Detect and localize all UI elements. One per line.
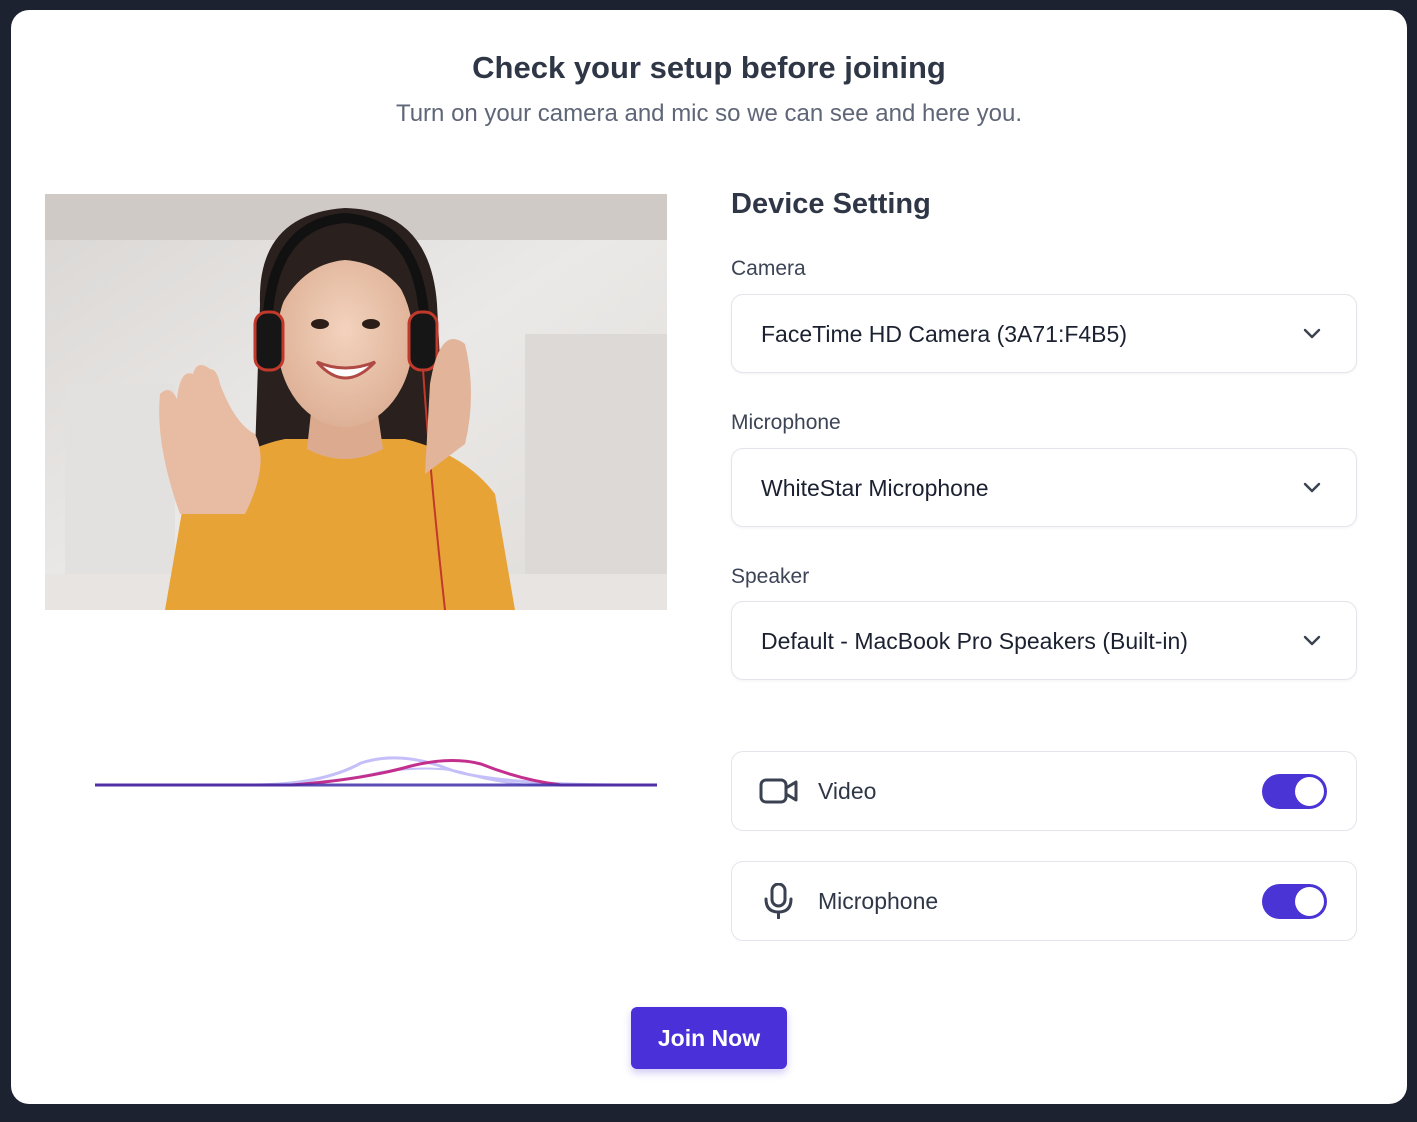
page-title: Check your setup before joining bbox=[472, 50, 946, 85]
device-settings-title: Device Setting bbox=[731, 188, 931, 220]
video-toggle-knob bbox=[1295, 777, 1324, 806]
speaker-label: Speaker bbox=[731, 565, 810, 588]
camera-preview bbox=[45, 194, 667, 610]
video-camera-icon bbox=[759, 778, 798, 804]
camera-select-value: FaceTime HD Camera (3A71:F4B5) bbox=[761, 321, 1127, 347]
chevron-down-icon bbox=[1303, 482, 1321, 493]
camera-label: Camera bbox=[731, 257, 806, 280]
page-subtitle: Turn on your camera and mic so we can se… bbox=[395, 100, 1023, 127]
speaker-select[interactable]: Default - MacBook Pro Speakers (Built-in… bbox=[731, 601, 1357, 680]
microphone-toggle-knob bbox=[1295, 887, 1324, 916]
microphone-label: Microphone bbox=[731, 411, 841, 434]
video-toggle-switch[interactable] bbox=[1262, 774, 1327, 809]
chevron-down-icon bbox=[1303, 328, 1321, 339]
microphone-toggle-label: Microphone bbox=[818, 888, 939, 914]
microphone-toggle-switch[interactable] bbox=[1262, 884, 1327, 919]
chevron-down-icon bbox=[1303, 635, 1321, 646]
microphone-select-value: WhiteStar Microphone bbox=[761, 475, 989, 501]
join-now-button[interactable]: Join Now bbox=[631, 1007, 787, 1069]
microphone-icon bbox=[764, 883, 793, 919]
camera-preview-image bbox=[45, 194, 667, 610]
camera-select[interactable]: FaceTime HD Camera (3A71:F4B5) bbox=[731, 294, 1357, 373]
microphone-select[interactable]: WhiteStar Microphone bbox=[731, 448, 1357, 527]
speaker-select-value: Default - MacBook Pro Speakers (Built-in… bbox=[761, 628, 1188, 654]
video-toggle-row: Video bbox=[731, 751, 1357, 831]
microphone-toggle-row: Microphone bbox=[731, 861, 1357, 941]
video-toggle-label: Video bbox=[818, 778, 877, 804]
setup-card: Check your setup before joining Turn on … bbox=[11, 10, 1407, 1104]
audio-waveform bbox=[95, 756, 657, 787]
